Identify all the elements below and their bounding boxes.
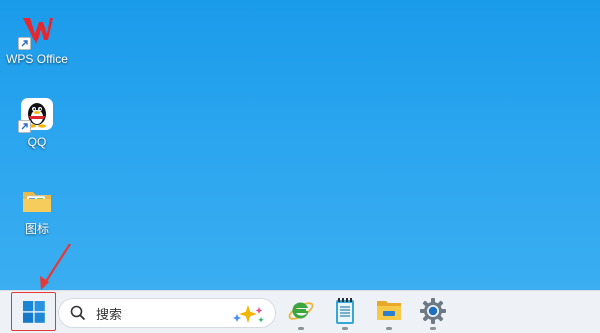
start-button[interactable] [11,292,56,331]
taskbar-app-file-explorer[interactable] [372,297,406,331]
desktop: WPS Office QQ 图标 [0,0,600,290]
shortcut-arrow-icon [18,37,31,50]
running-indicator [298,327,304,330]
running-indicator [430,327,436,330]
desktop-icon-qq[interactable]: QQ [0,97,74,149]
shortcut-arrow-icon [18,120,31,133]
desktop-icon-label: 图标 [24,222,49,236]
windows-logo-icon [22,300,45,323]
search-placeholder: 搜索 [96,306,123,322]
qq-penguin-icon [18,97,54,133]
ie-icon [288,302,314,320]
desktop-icon-folder[interactable]: 图标 [0,184,74,236]
search-icon [70,305,86,321]
taskbar-app-notepad[interactable] [328,297,362,331]
desktop-icon-wps-office[interactable]: WPS Office [0,14,74,66]
taskbar-app-settings[interactable] [416,297,450,331]
running-indicator [342,327,348,330]
taskbar-app-internet-explorer[interactable] [284,297,318,331]
search-box[interactable]: 搜索 [58,298,276,328]
desktop-icon-label: WPS Office [6,52,68,66]
desktop-icon-label: QQ [27,135,47,149]
running-indicator [386,327,392,330]
taskbar: 搜索 [0,290,600,333]
file-explorer-icon [377,301,401,320]
wps-office-icon [18,14,54,50]
sparkle-icon[interactable] [231,304,265,324]
folder-icon [20,184,54,218]
settings-gear-icon [420,298,446,324]
notepad-icon [336,298,354,324]
